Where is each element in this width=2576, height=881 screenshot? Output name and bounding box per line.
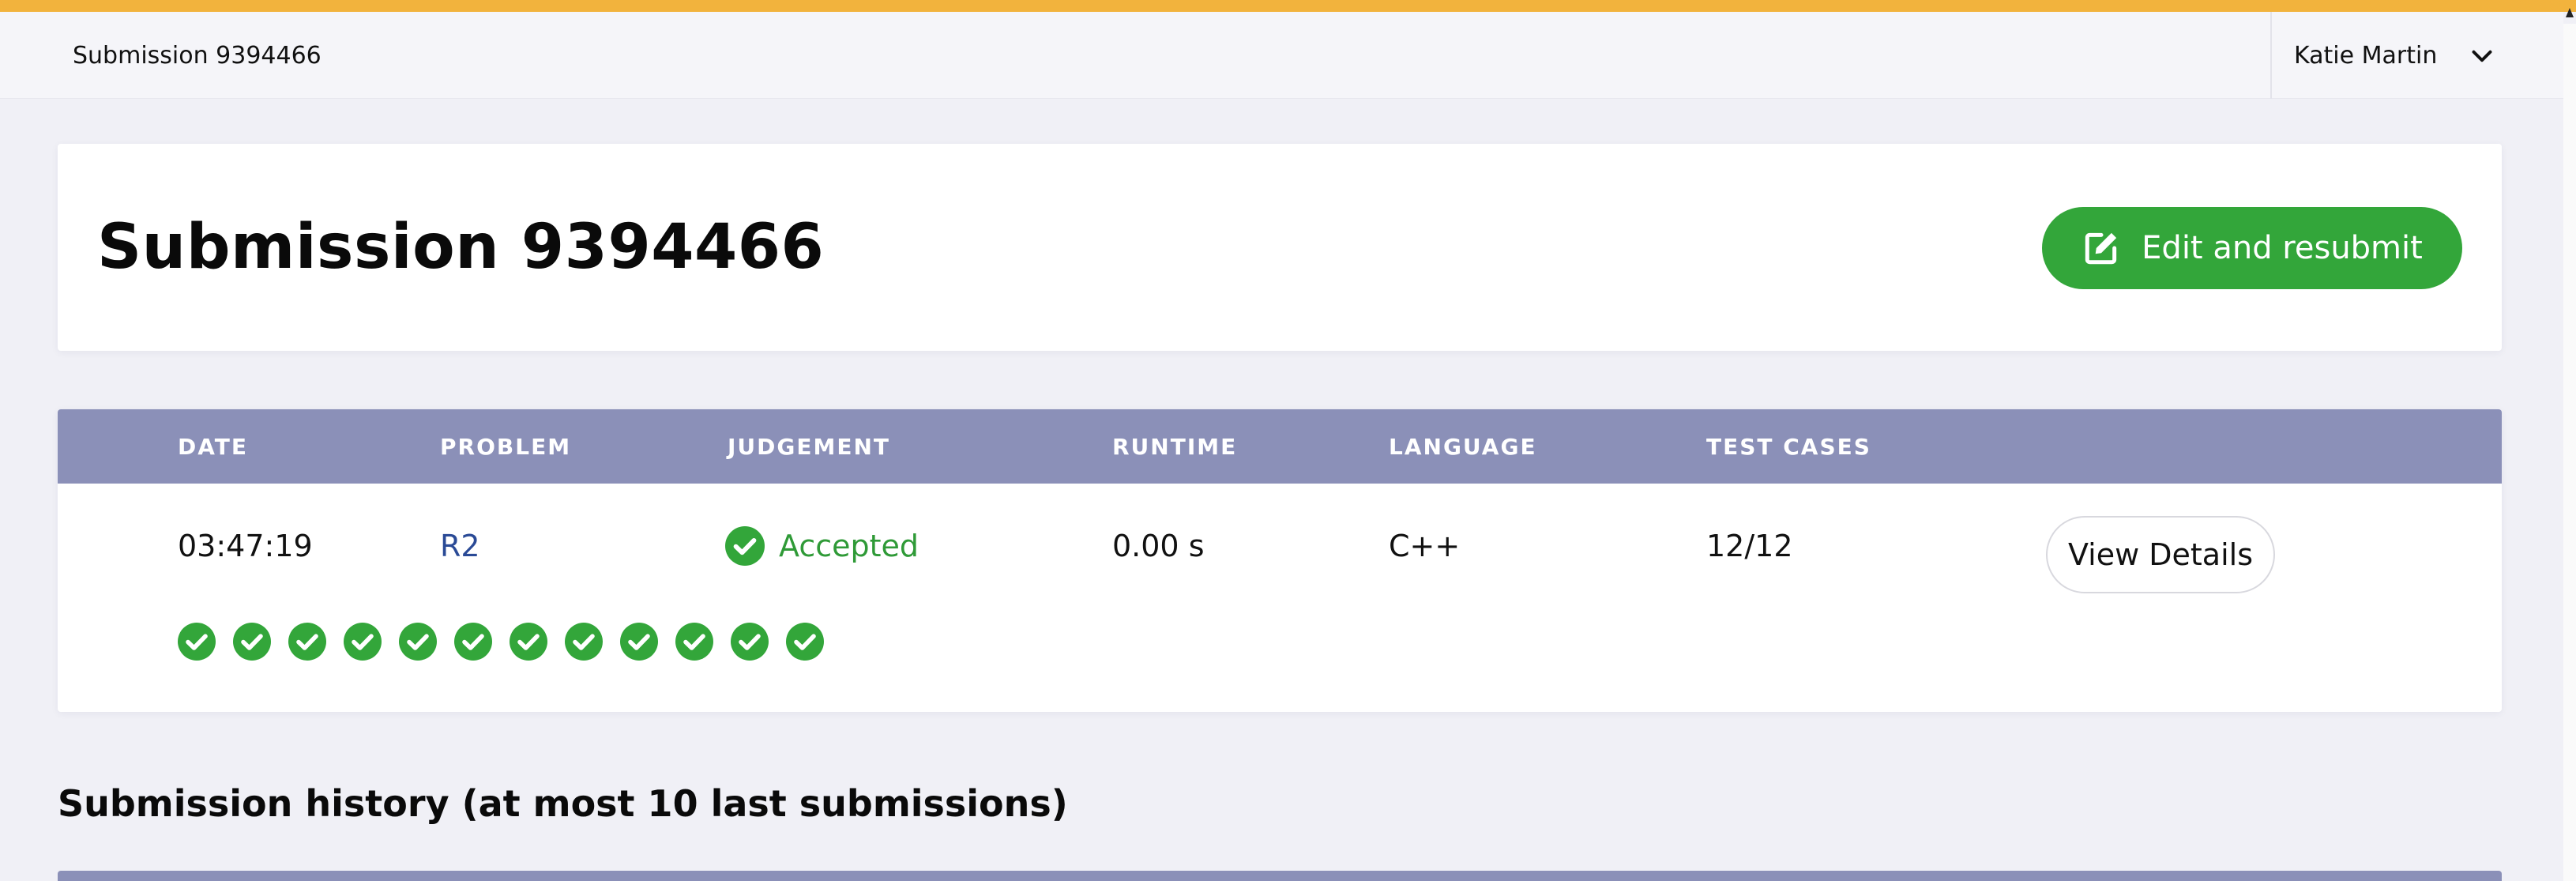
test-case-passed-icon <box>399 623 437 661</box>
edit-and-resubmit-button[interactable]: Edit and resubmit <box>2042 207 2462 289</box>
test-case-passed-icon <box>288 623 326 661</box>
test-case-passed-icon <box>565 623 603 661</box>
top-navbar: Submission 9394466 Katie Martin <box>0 12 2563 99</box>
test-case-passed-icon <box>620 623 658 661</box>
test-case-passed-icon <box>731 623 769 661</box>
page-title: Submission 9394466 <box>97 212 825 283</box>
column-header-problem: PROBLEM <box>440 433 572 460</box>
chevron-down-icon <box>2472 50 2492 62</box>
cell-language: C++ <box>1389 529 1461 563</box>
scroll-up-arrow[interactable] <box>2563 0 2576 24</box>
test-case-passed-icon <box>786 623 824 661</box>
problem-link[interactable]: R2 <box>440 510 480 582</box>
test-case-passed-icon <box>510 623 547 661</box>
breadcrumb: Submission 9394466 <box>73 41 322 70</box>
test-case-passed-icon <box>344 623 382 661</box>
table-header: DATE PROBLEM JUDGEMENT RUNTIME LANGUAGE … <box>58 409 2502 484</box>
check-circle-icon <box>725 526 765 566</box>
test-case-passed-icon <box>233 623 271 661</box>
scrollbar-track[interactable] <box>2563 24 2576 881</box>
column-header-date: DATE <box>178 433 248 460</box>
user-menu[interactable]: Katie Martin <box>2270 12 2563 99</box>
test-case-results <box>178 623 841 662</box>
column-header-judgement: JUDGEMENT <box>728 433 891 460</box>
top-accent-bar <box>0 0 2576 12</box>
cell-test-cases: 12/12 <box>1706 529 1793 563</box>
test-case-passed-icon <box>454 623 492 661</box>
edit-icon <box>2085 232 2117 265</box>
column-header-runtime: RUNTIME <box>1112 433 1238 460</box>
test-case-passed-icon <box>178 623 216 661</box>
submission-history-title: Submission history (at most 10 last subm… <box>58 782 1068 825</box>
submission-table: DATE PROBLEM JUDGEMENT RUNTIME LANGUAGE … <box>58 409 2502 712</box>
submission-header-card: Submission 9394466 Edit and resubmit <box>58 144 2502 351</box>
column-header-test-cases: TEST CASES <box>1706 433 1871 460</box>
judgement-status: Accepted <box>725 510 919 582</box>
history-table-header <box>58 871 2502 881</box>
user-name: Katie Martin <box>2294 41 2438 70</box>
view-details-button[interactable]: View Details <box>2046 516 2275 593</box>
cell-runtime: 0.00 s <box>1112 529 1205 563</box>
column-header-language: LANGUAGE <box>1389 433 1537 460</box>
resubmit-label: Edit and resubmit <box>2142 230 2423 266</box>
cell-date: 03:47:19 <box>178 529 313 563</box>
test-case-passed-icon <box>675 623 713 661</box>
judgement-label: Accepted <box>779 529 919 563</box>
